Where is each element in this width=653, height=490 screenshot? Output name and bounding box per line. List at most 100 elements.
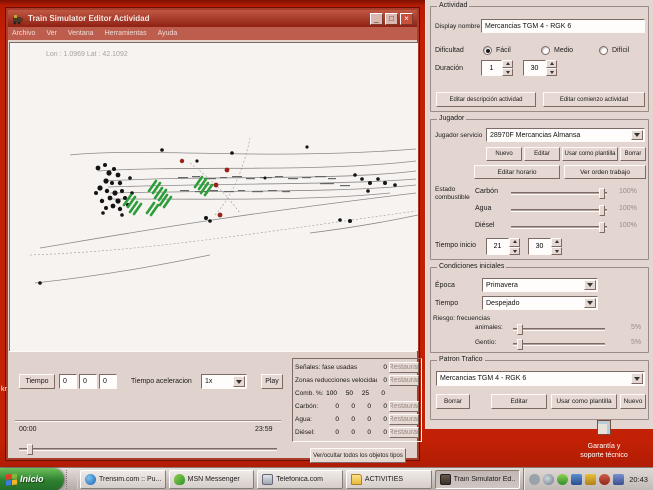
restore-zones-button[interactable]: Restaurar — [389, 375, 419, 386]
fuel-col-50: 50 — [339, 390, 353, 397]
desktop-icon-support[interactable]: Garantía y soporte técnico — [556, 420, 652, 460]
coal-slider-thumb[interactable] — [599, 188, 605, 199]
tray-alert-icon[interactable] — [599, 474, 610, 485]
chevron-down-icon[interactable] — [631, 130, 643, 140]
menu-ayuda[interactable]: Ayuda — [158, 30, 178, 37]
player-service-dropdown[interactable]: 28970F Mercancias Almansa — [486, 128, 645, 142]
tray-messenger-icon[interactable] — [557, 474, 568, 485]
radio-medio[interactable] — [541, 46, 550, 55]
crowd-slider[interactable] — [513, 343, 605, 346]
menu-herramientas[interactable]: Herramientas — [105, 30, 147, 37]
edit-description-button[interactable]: Editar descripción actividad — [436, 92, 536, 107]
tray-update-icon[interactable] — [571, 474, 582, 485]
animals-slider[interactable] — [513, 328, 605, 331]
restore-coal-button[interactable]: Restaurar — [389, 401, 419, 412]
play-button[interactable]: Play — [261, 374, 283, 389]
menu-ver[interactable]: Ver — [46, 30, 57, 37]
close-button[interactable]: × — [400, 13, 413, 25]
time-field-s[interactable]: 0 — [99, 374, 117, 389]
taskbar-item-train-simulator[interactable]: Train Simulator Ed... — [435, 470, 521, 489]
taskbar-item-messenger[interactable]: MSN Messenger — [169, 470, 255, 489]
weather-dropdown[interactable]: Despejado — [482, 296, 598, 310]
stats-row-zones: Zonas reducciones velocidad 0 Restaurar — [295, 374, 419, 387]
tiempo-button[interactable]: Tiempo — [19, 374, 55, 389]
tray-display-icon[interactable] — [613, 474, 624, 485]
tray-volume-icon[interactable] — [529, 474, 540, 485]
display-name-input[interactable]: Mercancias TGM 4 - RGK 6 — [481, 19, 645, 33]
pattern-new-button[interactable]: Nuevo — [620, 394, 646, 409]
minimize-button[interactable]: _ — [370, 13, 383, 25]
chevron-down-icon[interactable] — [584, 298, 596, 308]
crowd-slider-label: Gentío: — [475, 339, 496, 346]
pattern-delete-button[interactable]: Borrar — [436, 394, 470, 409]
chevron-down-icon[interactable] — [631, 373, 643, 384]
radio-dificil-label: Difícil — [612, 47, 629, 54]
season-dropdown[interactable]: Primavera — [482, 278, 598, 292]
actividad-group: Actividad Display nombre Mercancias TGM … — [430, 6, 649, 112]
duration-hours-spinner[interactable]: 1 — [481, 60, 513, 76]
start-hour-spinner[interactable]: 21 — [486, 238, 520, 255]
water-slider[interactable] — [511, 209, 607, 212]
diesel-slider[interactable] — [511, 226, 607, 229]
service-edit-button[interactable]: Editar — [524, 147, 560, 161]
spin-up-icon[interactable] — [502, 60, 513, 68]
accel-dropdown[interactable]: 1x — [201, 374, 247, 389]
restore-water-button[interactable]: Restaurar — [389, 414, 419, 425]
water-slider-thumb[interactable] — [599, 205, 605, 216]
diesel-slider-label: Diésel — [475, 222, 494, 229]
diesel-slider-thumb[interactable] — [599, 222, 605, 233]
maximize-button[interactable]: □ — [385, 13, 398, 25]
service-delete-button[interactable]: Borrar — [620, 147, 646, 161]
taskbar-item-activities-folder[interactable]: ACTIVITIES — [346, 470, 432, 489]
taskbar-item-telefonica[interactable]: Telefonica.com — [257, 470, 343, 489]
start-time-label: Tiempo inicio — [435, 242, 476, 249]
animals-slider-thumb[interactable] — [517, 324, 523, 335]
service-new-button[interactable]: Nuevo — [486, 147, 522, 161]
fuel-row-diesel: Diésel: 0 0 0 0 Restaurar — [295, 426, 419, 439]
service-template-button[interactable]: Usar como plantilla — [562, 147, 618, 161]
restore-signals-button[interactable]: Restaurar — [389, 362, 419, 373]
spin-down-icon[interactable] — [502, 68, 513, 76]
view-work-order-button[interactable]: Ver orden trabajo — [564, 165, 646, 179]
edit-timetable-button[interactable]: Editar horario — [474, 165, 560, 179]
pattern-template-button[interactable]: Usar como plantilla — [551, 394, 617, 409]
title-bar[interactable]: Train Simulator Editor Actividad _ □ × — [8, 10, 417, 27]
timeline-start-label: 00:00 — [19, 426, 37, 433]
pattern-edit-button[interactable]: Editar — [491, 394, 547, 409]
edit-start-button[interactable]: Editar comienzo actividad — [543, 92, 645, 107]
route-map-svg[interactable] — [10, 43, 419, 352]
traffic-pattern-dropdown[interactable]: Mercancias TGM 4 - RGK 6 — [436, 371, 645, 386]
chevron-down-icon[interactable] — [584, 280, 596, 290]
duration-minutes-spinner[interactable]: 30 — [523, 60, 557, 76]
radio-dificil[interactable] — [599, 46, 608, 55]
tray-antivirus-icon[interactable] — [585, 474, 596, 485]
spin-up-icon[interactable] — [551, 238, 562, 247]
start-button[interactable]: Inicio — [0, 468, 64, 490]
restore-diesel-button[interactable]: Restaurar — [389, 427, 419, 438]
spin-down-icon[interactable] — [546, 68, 557, 76]
spin-down-icon[interactable] — [551, 247, 562, 256]
start-button-label: Inicio — [20, 474, 44, 484]
spin-down-icon[interactable] — [509, 247, 520, 256]
tray-network-icon[interactable] — [543, 474, 554, 485]
timeline-thumb[interactable] — [27, 444, 33, 455]
spin-up-icon[interactable] — [546, 60, 557, 68]
coal-slider[interactable] — [511, 192, 607, 195]
taskbar: Inicio Trensim.com :: Pu... MSN Messenge… — [0, 467, 653, 490]
menu-archivo[interactable]: Archivo — [12, 30, 35, 37]
duration-label: Duración — [435, 65, 463, 72]
route-map-viewport[interactable]: Lon : 1.0969 Lat : 42.1092 — [9, 42, 418, 351]
toggle-object-types-button[interactable]: Ver/ocultar todos los objetos tipos — [310, 448, 406, 463]
radio-facil[interactable] — [483, 46, 492, 55]
start-minute-spinner[interactable]: 30 — [528, 238, 562, 255]
taskbar-item-browser[interactable]: Trensim.com :: Pu... — [80, 470, 166, 489]
crowd-slider-thumb[interactable] — [517, 339, 523, 350]
chevron-down-icon[interactable] — [233, 376, 245, 387]
time-field-h[interactable]: 0 — [59, 374, 77, 389]
quick-launch-grip[interactable] — [66, 470, 78, 489]
menu-ventana[interactable]: Ventana — [68, 30, 94, 37]
timeline-slider[interactable] — [19, 448, 277, 451]
spin-up-icon[interactable] — [509, 238, 520, 247]
time-field-m[interactable]: 0 — [79, 374, 97, 389]
lon-lat-readout: Lon : 1.0969 Lat : 42.1092 — [46, 51, 128, 58]
